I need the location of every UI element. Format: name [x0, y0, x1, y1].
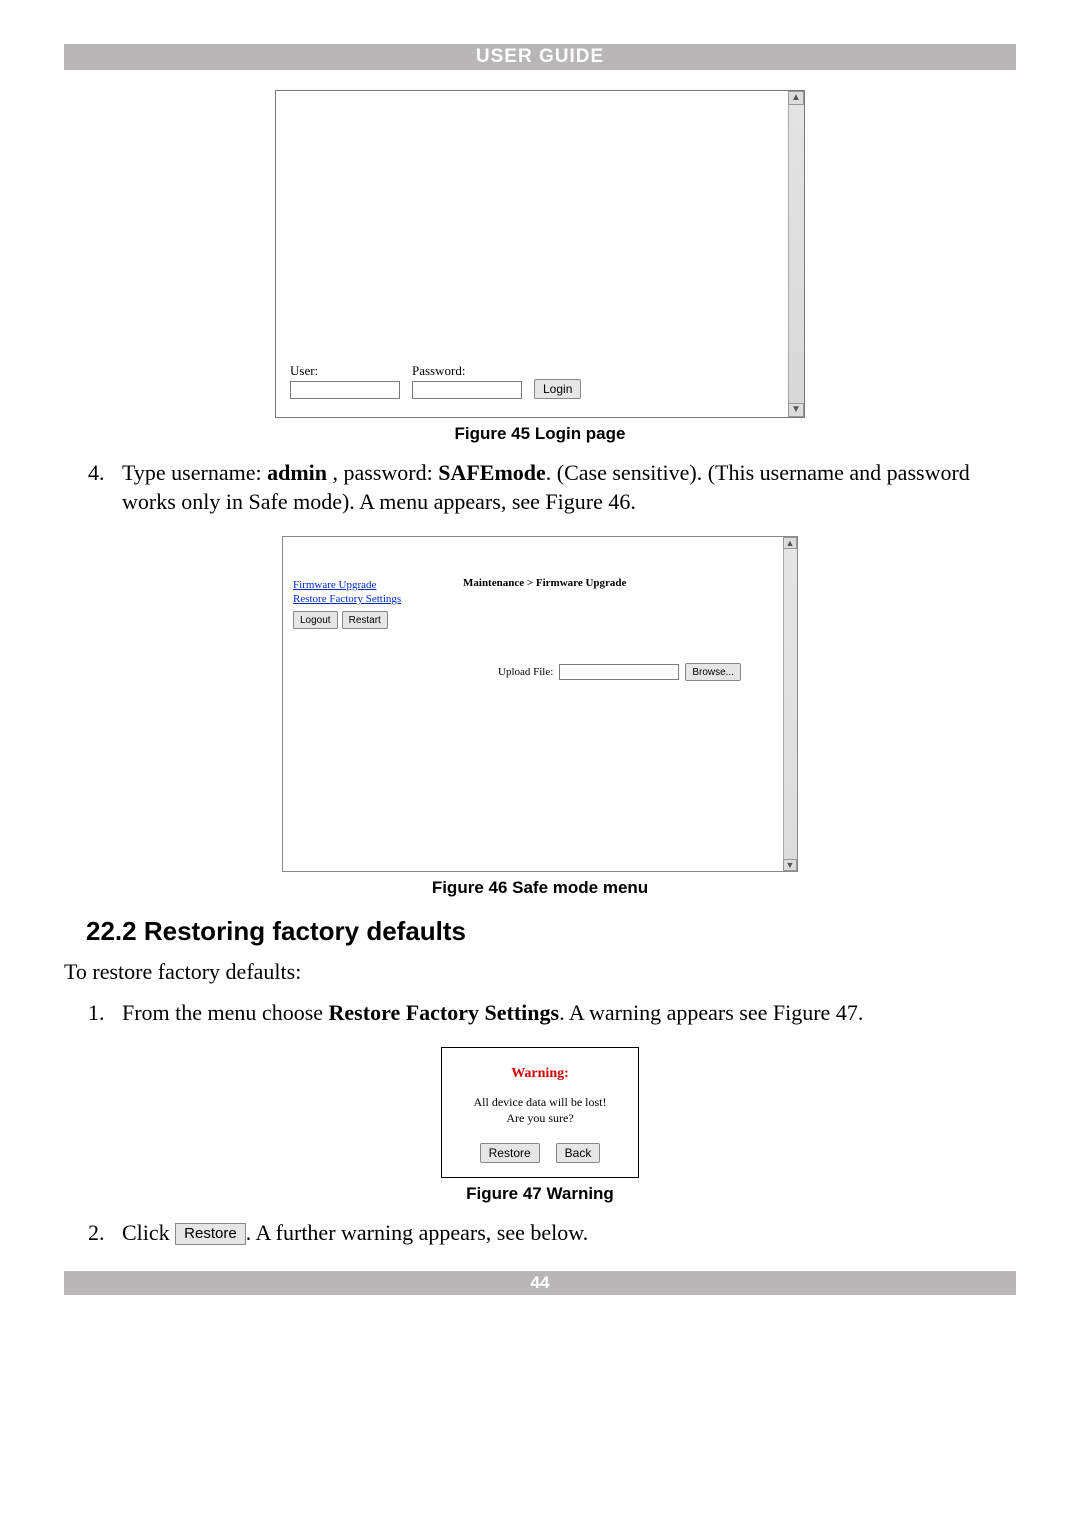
figure-47-caption: Figure 47 Warning [64, 1184, 1016, 1204]
figure-46: ▲ ▼ Firmware Upgrade Restore Factory Set… [64, 536, 1016, 898]
link-restore-factory-settings[interactable]: Restore Factory Settings [293, 593, 423, 605]
warning-message: All device data will be lost! Are you su… [454, 1094, 626, 1126]
back-button[interactable]: Back [556, 1143, 601, 1163]
restart-button[interactable]: Restart [342, 611, 388, 629]
page: USER GUIDE ▲ ▼ User: Password: Login [0, 0, 1080, 1325]
figure-45-caption: Figure 45 Login page [64, 424, 1016, 444]
step-2: 2. Click Restore. A further warning appe… [64, 1218, 1016, 1247]
safe-mode-menu-screenshot: ▲ ▼ Firmware Upgrade Restore Factory Set… [282, 536, 798, 872]
browse-button[interactable]: Browse... [685, 663, 741, 681]
username-value: admin [267, 460, 327, 485]
link-firmware-upgrade[interactable]: Firmware Upgrade [293, 579, 423, 591]
header-bar: USER GUIDE [64, 44, 1016, 70]
step-1-text: From the menu choose Restore Factory Set… [122, 998, 863, 1027]
sidebar: Firmware Upgrade Restore Factory Setting… [293, 579, 423, 629]
password-value: SAFEmode [438, 460, 546, 485]
step-4-number: 4. [88, 458, 112, 516]
footer-bar: 44 [64, 1271, 1016, 1295]
upload-file-input[interactable] [559, 664, 679, 680]
scroll-up-button[interactable]: ▲ [788, 91, 804, 105]
step-2-text: Click Restore. A further warning appears… [122, 1218, 588, 1247]
breadcrumb: Maintenance > Firmware Upgrade [463, 577, 626, 589]
figure-46-caption: Figure 46 Safe mode menu [64, 878, 1016, 898]
scroll-up-button[interactable]: ▲ [783, 537, 797, 549]
warning-button-row: Restore Back [454, 1143, 626, 1163]
restore-intro-text: To restore factory defaults: [64, 957, 1016, 986]
figure-47: Warning: All device data will be lost! A… [64, 1047, 1016, 1203]
warning-dialog: Warning: All device data will be lost! A… [441, 1047, 639, 1177]
upload-file-row: Upload File: Browse... [498, 663, 741, 681]
restore-button[interactable]: Restore [480, 1143, 540, 1163]
inline-restore-button-icon: Restore [175, 1223, 246, 1245]
password-field-group: Password: [412, 363, 522, 399]
user-label: User: [290, 363, 400, 379]
login-page-screenshot: ▲ ▼ User: Password: Login [275, 90, 805, 418]
upload-file-label: Upload File: [498, 666, 553, 678]
step-1: 1. From the menu choose Restore Factory … [64, 998, 1016, 1027]
scrollbar-track[interactable] [788, 91, 804, 417]
scrollbar-track[interactable] [783, 537, 797, 871]
password-label: Password: [412, 363, 522, 379]
logout-button[interactable]: Logout [293, 611, 338, 629]
warning-title: Warning: [454, 1066, 626, 1082]
scroll-down-button[interactable]: ▼ [788, 403, 804, 417]
user-field-group: User: [290, 363, 400, 399]
section-22-2-heading: 22.2 Restoring factory defaults [86, 916, 1016, 947]
step-4: 4. Type username: admin , password: SAFE… [64, 458, 1016, 516]
header-title: USER GUIDE [476, 46, 604, 67]
page-number: 44 [531, 1273, 550, 1292]
scroll-down-button[interactable]: ▼ [783, 859, 797, 871]
figure-45: ▲ ▼ User: Password: Login Figure 45 Logi… [64, 90, 1016, 444]
restore-factory-settings-label: Restore Factory Settings [329, 1000, 560, 1025]
password-input[interactable] [412, 381, 522, 399]
user-input[interactable] [290, 381, 400, 399]
login-button[interactable]: Login [534, 379, 581, 399]
login-form: User: Password: Login [290, 363, 581, 399]
step-2-number: 2. [88, 1218, 112, 1247]
step-1-number: 1. [88, 998, 112, 1027]
step-4-text: Type username: admin , password: SAFEmod… [122, 458, 1016, 516]
